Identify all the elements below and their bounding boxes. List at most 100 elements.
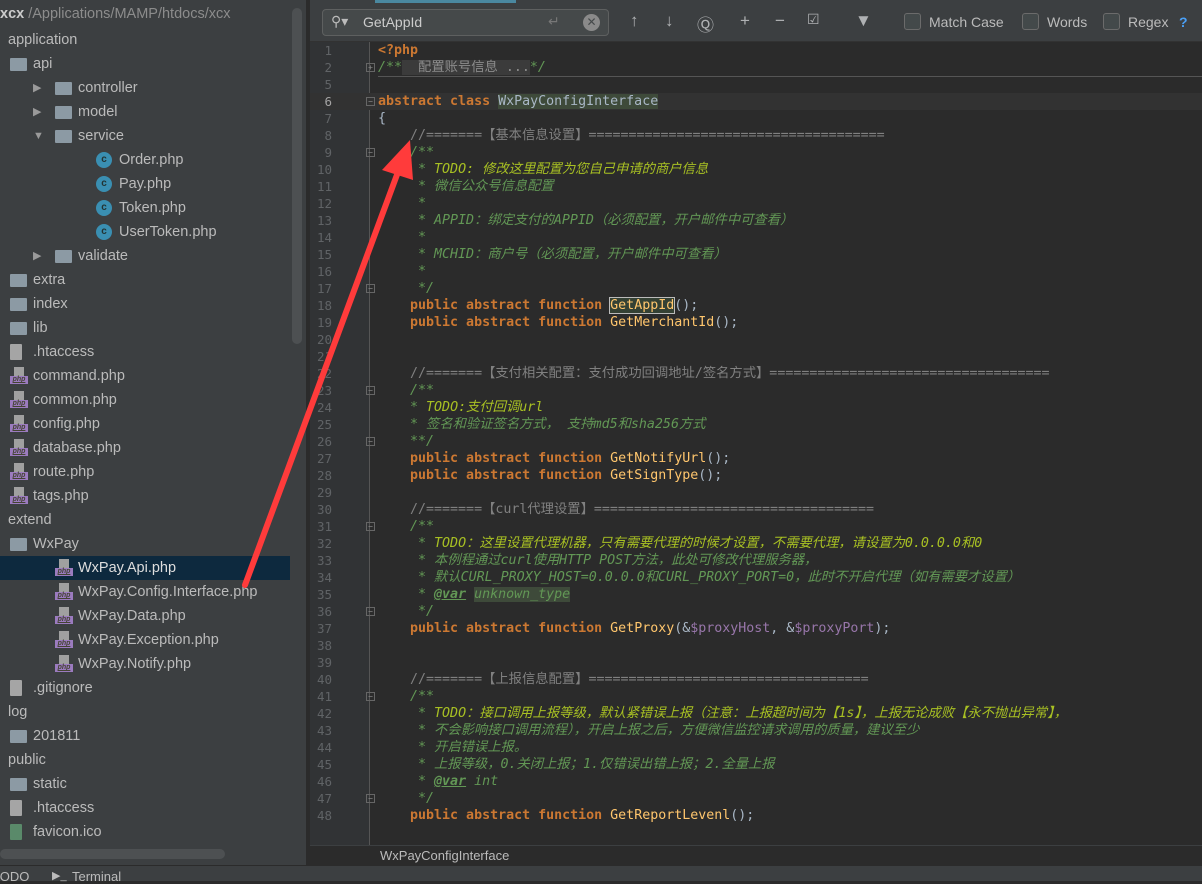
code-line[interactable]: 44 * 开启错误上报。 (310, 739, 1202, 756)
chevron-right-icon[interactable]: ▶ (33, 244, 41, 268)
code-line[interactable]: 46 * @var int (310, 773, 1202, 790)
code-line[interactable]: 5 (310, 76, 1202, 93)
tree-item[interactable]: php database.php (0, 436, 290, 460)
regex-label[interactable]: Regex (1128, 14, 1168, 30)
code-line[interactable]: 23 − /** (310, 382, 1202, 399)
chevron-right-icon[interactable]: ▶ (33, 76, 41, 100)
code-line[interactable]: 24 * TODO:支付回调url (310, 399, 1202, 416)
breadcrumb-class[interactable]: WxPayConfigInterface (380, 848, 509, 863)
code-line[interactable]: 9 − /** (310, 144, 1202, 161)
code-line[interactable]: 20 (310, 331, 1202, 348)
tree-item[interactable]: c Order.php (0, 148, 290, 172)
tree-item[interactable]: php command.php (0, 364, 290, 388)
code-line[interactable]: 13 * APPID：绑定支付的APPID（必须配置，开户邮件中可查看） (310, 212, 1202, 229)
fold-marker-icon[interactable]: − (366, 607, 375, 616)
tree-item[interactable]: api (0, 52, 290, 76)
code-line[interactable]: 40 //=======【上报信息配置】====================… (310, 671, 1202, 688)
tree-item[interactable]: extend (0, 508, 290, 532)
fold-marker-icon[interactable]: − (366, 284, 375, 293)
code-line[interactable]: 42 * TODO：接口调用上报等级，默认紧错误上报（注意：上报超时间为【1s】… (310, 705, 1202, 722)
tree-item[interactable]: ▶ controller (0, 76, 290, 100)
code-line[interactable]: 22 //=======【支付相关配置：支付成功回调地址/签名方式】======… (310, 365, 1202, 382)
match-case-label[interactable]: Match Case (929, 14, 1004, 30)
tree-item[interactable]: php WxPay.Notify.php (0, 652, 290, 676)
tree-item[interactable]: log (0, 700, 290, 724)
tree-item[interactable]: favicon.ico (0, 820, 290, 844)
tree-item[interactable]: c UserToken.php (0, 220, 290, 244)
code-line[interactable]: 28 public abstract function GetSignType(… (310, 467, 1202, 484)
code-line[interactable]: 7{ (310, 110, 1202, 127)
code-line[interactable]: 11 * 微信公众号信息配置 (310, 178, 1202, 195)
next-occurrence-icon[interactable]: ↓ (665, 11, 674, 31)
code-line[interactable]: 45 * 上报等级，0.关闭上报；1.仅错误出错上报；2.全量上报 (310, 756, 1202, 773)
code-line[interactable]: 35 * @var unknown_type (310, 586, 1202, 603)
fold-marker-icon[interactable]: − (366, 522, 375, 531)
fold-marker-icon[interactable]: − (366, 692, 375, 701)
tree-item[interactable]: ▶ validate (0, 244, 290, 268)
tree-item[interactable]: .gitignore (0, 676, 290, 700)
tree-item[interactable]: ▶ model (0, 100, 290, 124)
code-line[interactable]: 29 (310, 484, 1202, 501)
code-line[interactable]: 37 public abstract function GetProxy(&$p… (310, 620, 1202, 637)
code-line[interactable]: 17 − */ (310, 280, 1202, 297)
find-all-icon[interactable]: Ⓠ (697, 11, 714, 36)
tree-item[interactable]: WxPay (0, 532, 290, 556)
code-line[interactable]: 25 * 签名和验证签名方式， 支持md5和sha256方式 (310, 416, 1202, 433)
words-label[interactable]: Words (1047, 14, 1087, 30)
tree-item[interactable]: 201811 (0, 724, 290, 748)
tree-vertical-scrollbar[interactable] (292, 8, 302, 344)
code-line[interactable]: 8 //=======【基本信息设置】=====================… (310, 127, 1202, 144)
code-line[interactable]: 21 (310, 348, 1202, 365)
tree-item[interactable]: ▼ service (0, 124, 290, 148)
tree-item[interactable]: c Token.php (0, 196, 290, 220)
match-case-checkbox[interactable] (904, 13, 921, 30)
code-line[interactable]: 12 * (310, 195, 1202, 212)
code-line[interactable]: 18 public abstract function GetAppId(); (310, 297, 1202, 314)
todo-tab[interactable]: TODO (0, 869, 29, 884)
tree-item[interactable]: php WxPay.Exception.php (0, 628, 290, 652)
fold-marker-icon[interactable]: − (366, 148, 375, 157)
fold-marker-icon[interactable]: − (366, 437, 375, 446)
fold-marker-icon[interactable]: − (366, 386, 375, 395)
tree-item[interactable]: extra (0, 268, 290, 292)
code-line[interactable]: 31 − /** (310, 518, 1202, 535)
tree-item[interactable]: application (0, 28, 290, 52)
fold-marker-icon[interactable]: + (366, 63, 375, 72)
tree-item[interactable]: index (0, 292, 290, 316)
code-line[interactable]: 32 * TODO：这里设置代理机器，只有需要代理的时候才设置，不需要代理，请设… (310, 535, 1202, 552)
add-selection-icon[interactable]: + (740, 11, 750, 31)
code-line[interactable]: 36 − */ (310, 603, 1202, 620)
words-checkbox[interactable] (1022, 13, 1039, 30)
code-line[interactable]: 10 * TODO: 修改这里配置为您自己申请的商户信息 (310, 161, 1202, 178)
previous-occurrence-icon[interactable]: ↑ (630, 11, 639, 31)
tree-item[interactable]: php route.php (0, 460, 290, 484)
tree-item[interactable]: php config.php (0, 412, 290, 436)
search-icon[interactable]: ⚲▾ (331, 13, 348, 30)
chevron-right-icon[interactable]: ▶ (33, 100, 41, 124)
search-input[interactable] (363, 14, 543, 30)
code-line[interactable]: 19 public abstract function GetMerchantI… (310, 314, 1202, 331)
regex-checkbox[interactable] (1103, 13, 1120, 30)
tree-horizontal-scrollbar[interactable] (0, 849, 225, 859)
breadcrumb[interactable]: WxPayConfigInterface (310, 845, 1202, 865)
chevron-down-icon[interactable]: ▼ (33, 124, 44, 148)
code-line[interactable]: 33 * 本例程通过curl使用HTTP POST方法，此处可修改代理服务器， (310, 552, 1202, 569)
tree-item[interactable]: .htaccess (0, 340, 290, 364)
code-line[interactable]: 14 * (310, 229, 1202, 246)
code-line[interactable]: 2 +/** 配置账号信息 ...*/ (310, 59, 1202, 76)
remove-selection-icon[interactable]: − (775, 11, 785, 31)
tree-item[interactable]: lib (0, 316, 290, 340)
tree-item[interactable]: php WxPay.Config.Interface.php (0, 580, 290, 604)
filter-icon[interactable]: ▼ (855, 11, 872, 31)
code-line[interactable]: 48 public abstract function GetReportLev… (310, 807, 1202, 824)
terminal-tab[interactable]: Terminal (72, 869, 121, 884)
code-line[interactable]: 6 − abstract class WxPayConfigInterface (310, 93, 1202, 110)
search-field[interactable]: ⚲▾ ↵ ✕ (322, 9, 609, 36)
tree-item[interactable]: php WxPay.Data.php (0, 604, 290, 628)
code-line[interactable]: 26 − **/ (310, 433, 1202, 450)
code-editor[interactable]: 1 <?php 2 +/** 配置账号信息 ...*/5 6− abstract clas… (310, 42, 1202, 845)
select-all-occurrences-icon[interactable]: ☑ (807, 11, 820, 28)
code-line[interactable]: 41 − /** (310, 688, 1202, 705)
code-line[interactable]: 38 (310, 637, 1202, 654)
code-line[interactable]: 34 * 默认CURL_PROXY_HOST=0.0.0.0和CURL_PROX… (310, 569, 1202, 586)
